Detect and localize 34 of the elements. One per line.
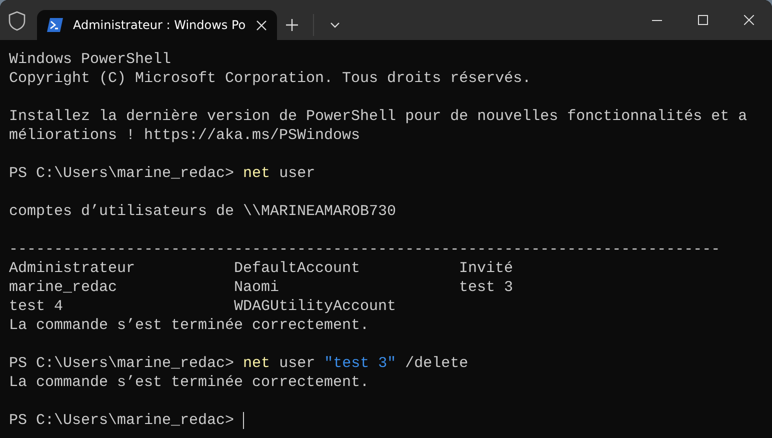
plus-icon <box>286 19 298 31</box>
terminal-tab[interactable]: Administrateur : Windows Po <box>37 10 277 40</box>
output-line: La commande s’est terminée correctement. <box>9 373 370 392</box>
prompt: PS C:\Users\marine_redac> <box>9 164 234 183</box>
output-line: Windows PowerShell <box>9 50 172 69</box>
command-argument: user <box>279 164 316 183</box>
user-name: Naomi <box>234 278 280 297</box>
user-name: Invité <box>459 259 514 278</box>
user-name: Administrateur <box>9 259 136 278</box>
user-name: marine_redac <box>9 278 118 297</box>
string-argument: "test 3" <box>324 354 396 373</box>
output-line: comptes d’utilisateurs de \\MARINEAMAROB730 <box>9 202 396 221</box>
powershell-icon <box>47 18 63 32</box>
output-line: La commande s’est terminée correctement. <box>9 316 370 335</box>
tab-title: Administrateur : Windows Po <box>73 18 246 32</box>
output-line: Installez la dernière version de PowerShell pour de nouvelles fonctionnalités et a <box>9 107 748 126</box>
command-name: net <box>243 164 270 183</box>
prompt: PS C:\Users\marine_redac> <box>9 411 234 430</box>
command-name: net <box>243 354 270 373</box>
user-name: test 4 <box>9 297 64 316</box>
command-argument: /delete <box>405 354 468 373</box>
shield-icon <box>8 11 26 31</box>
close-icon[interactable] <box>256 20 267 30</box>
maximize-icon <box>698 15 708 25</box>
user-name: DefaultAccount <box>234 259 362 278</box>
output-line: méliorations ! https://aka.ms/PSWindows <box>9 126 360 145</box>
output-line: Copyright (C) Microsoft Corporation. Tous droits réservés. <box>9 69 532 88</box>
user-name: WDAGUtilityAccount <box>234 297 398 316</box>
command-argument: user <box>279 354 316 373</box>
prompt: PS C:\Users\marine_redac> <box>9 354 234 373</box>
output-line: ------------------------------------------------------------------------------- <box>9 240 720 259</box>
user-name: test 3 <box>459 278 514 297</box>
chevron-down-icon <box>330 22 340 28</box>
close-icon <box>744 15 754 25</box>
